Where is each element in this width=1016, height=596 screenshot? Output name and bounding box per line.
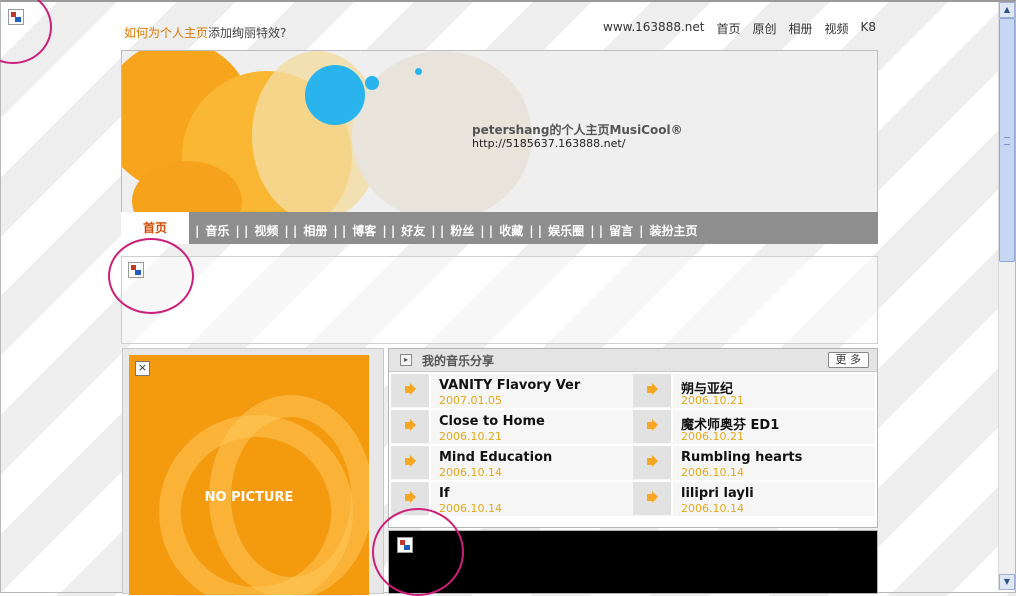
site-link[interactable]: www.163888.net [603, 20, 704, 37]
topnav-video[interactable]: 视频 [825, 20, 849, 37]
content-panel [121, 256, 878, 344]
speaker-icon[interactable] [633, 482, 673, 515]
speaker-icon[interactable] [391, 446, 431, 479]
song-date: 2006.10.21 [439, 430, 502, 443]
nav-separator: | | [529, 224, 543, 238]
topnav-k8[interactable]: K8 [861, 20, 877, 37]
song-title[interactable]: lilipri layli [681, 486, 754, 501]
picture-placeholder: × NO PICTURE [129, 355, 369, 595]
list-item[interactable]: If 2006.10.14 [391, 482, 633, 517]
tab-fans[interactable]: 粉丝 [450, 220, 474, 244]
grip-icon [1004, 137, 1010, 145]
speaker-icon[interactable] [391, 374, 431, 407]
song-date: 2006.10.14 [439, 502, 502, 515]
tab-album[interactable]: 相册 [303, 220, 327, 244]
broken-image-icon [128, 262, 144, 278]
no-picture-label: NO PICTURE [204, 490, 294, 505]
song-date: 2006.10.14 [439, 466, 502, 479]
broken-image-icon [397, 537, 413, 553]
nav-separator: | | [284, 224, 298, 238]
music-share-panel: ▸ 我的音乐分享 更 多 VANITY Flavory Ver 2007.01.0… [388, 348, 878, 528]
tab-messages[interactable]: 留言 [609, 220, 633, 244]
tab-favorites[interactable]: 收藏 [499, 220, 523, 244]
song-date: 2006.10.21 [681, 430, 744, 443]
song-date: 2007.01.05 [439, 394, 502, 407]
nav-separator: | | [382, 224, 396, 238]
vertical-scrollbar[interactable]: ▲ ▼ [998, 2, 1015, 590]
list-item[interactable]: VANITY Flavory Ver 2007.01.05 [391, 374, 633, 409]
broken-image-icon [8, 9, 24, 25]
speaker-icon[interactable] [391, 482, 431, 515]
song-date: 2006.10.14 [681, 502, 744, 515]
tab-home[interactable]: 首页 [121, 212, 189, 244]
howto-text: 如何为个人主页添加绚丽特效? [124, 24, 286, 41]
music-share-title: 我的音乐分享 [422, 354, 495, 368]
nav-separator: | | [590, 224, 604, 238]
nav-separator: | | [480, 224, 494, 238]
scroll-down-icon[interactable]: ▼ [999, 574, 1015, 590]
song-title[interactable]: Close to Home [439, 414, 545, 429]
nav-separator: | [639, 224, 644, 238]
nav-separator: | | [333, 224, 347, 238]
list-item[interactable]: 朔与亚纪 2006.10.21 [633, 374, 875, 409]
banner-title: petershang的个人主页MusiCool® [472, 123, 683, 137]
tab-decorate[interactable]: 装扮主页 [650, 220, 698, 244]
music-share-header: ▸ 我的音乐分享 更 多 [389, 349, 877, 372]
nav-separator: | | [431, 224, 445, 238]
topnav-album[interactable]: 相册 [789, 20, 813, 37]
list-item[interactable]: Rumbling hearts 2006.10.14 [633, 446, 875, 481]
song-list: VANITY Flavory Ver 2007.01.05 朔与亚纪 2006.10… [391, 374, 875, 517]
video-player-area [388, 530, 878, 594]
tab-friends[interactable]: 好友 [401, 220, 425, 244]
howto-link[interactable]: 如何为个人主页 [124, 26, 208, 40]
speaker-icon[interactable] [633, 374, 673, 407]
blue-dot [415, 68, 422, 75]
song-title[interactable]: VANITY Flavory Ver [439, 378, 580, 393]
howto-rest: 添加绚丽特效? [208, 26, 287, 40]
list-item[interactable]: Close to Home 2006.10.21 [391, 410, 633, 445]
tab-blog[interactable]: 博客 [352, 220, 376, 244]
song-title[interactable]: If [439, 486, 450, 501]
close-icon[interactable]: × [135, 361, 150, 376]
speaker-icon[interactable] [391, 410, 431, 443]
main-nav: 首页 | 音乐 | | 视频 | | 相册 | | 博客 | | 好友 | | … [121, 212, 878, 244]
list-item[interactable]: lilipri layli 2006.10.14 [633, 482, 875, 517]
song-title[interactable]: Mind Education [439, 450, 552, 465]
banner: petershang的个人主页MusiCool® http://5185637.… [121, 50, 878, 214]
top-nav: www.163888.net 首页 原创 相册 视频 K8 [603, 20, 876, 37]
scroll-up-icon[interactable]: ▲ [999, 2, 1015, 18]
tab-entertainment[interactable]: 娱乐圈 [548, 220, 584, 244]
topnav-original[interactable]: 原创 [753, 20, 777, 37]
nav-separator: | [195, 224, 200, 238]
song-date: 2006.10.21 [681, 394, 744, 407]
nav-separator: | | [235, 224, 249, 238]
play-arrow-icon: ▸ [400, 354, 412, 366]
speaker-icon[interactable] [633, 446, 673, 479]
tab-music[interactable]: 音乐 [205, 220, 229, 244]
list-item[interactable]: 魔术师奥芬 ED1 2006.10.21 [633, 410, 875, 445]
speaker-icon[interactable] [633, 410, 673, 443]
topnav-home[interactable]: 首页 [716, 20, 740, 37]
picture-box: × NO PICTURE [122, 348, 384, 595]
song-title[interactable]: Rumbling hearts [681, 450, 802, 465]
song-date: 2006.10.14 [681, 466, 744, 479]
scrollbar-thumb[interactable] [999, 18, 1015, 262]
tab-video[interactable]: 视频 [254, 220, 278, 244]
more-button[interactable]: 更 多 [827, 352, 869, 368]
list-item[interactable]: Mind Education 2006.10.14 [391, 446, 633, 481]
blue-dot [365, 76, 379, 90]
blue-circle [305, 65, 365, 125]
banner-url[interactable]: http://5185637.163888.net/ [472, 137, 625, 150]
